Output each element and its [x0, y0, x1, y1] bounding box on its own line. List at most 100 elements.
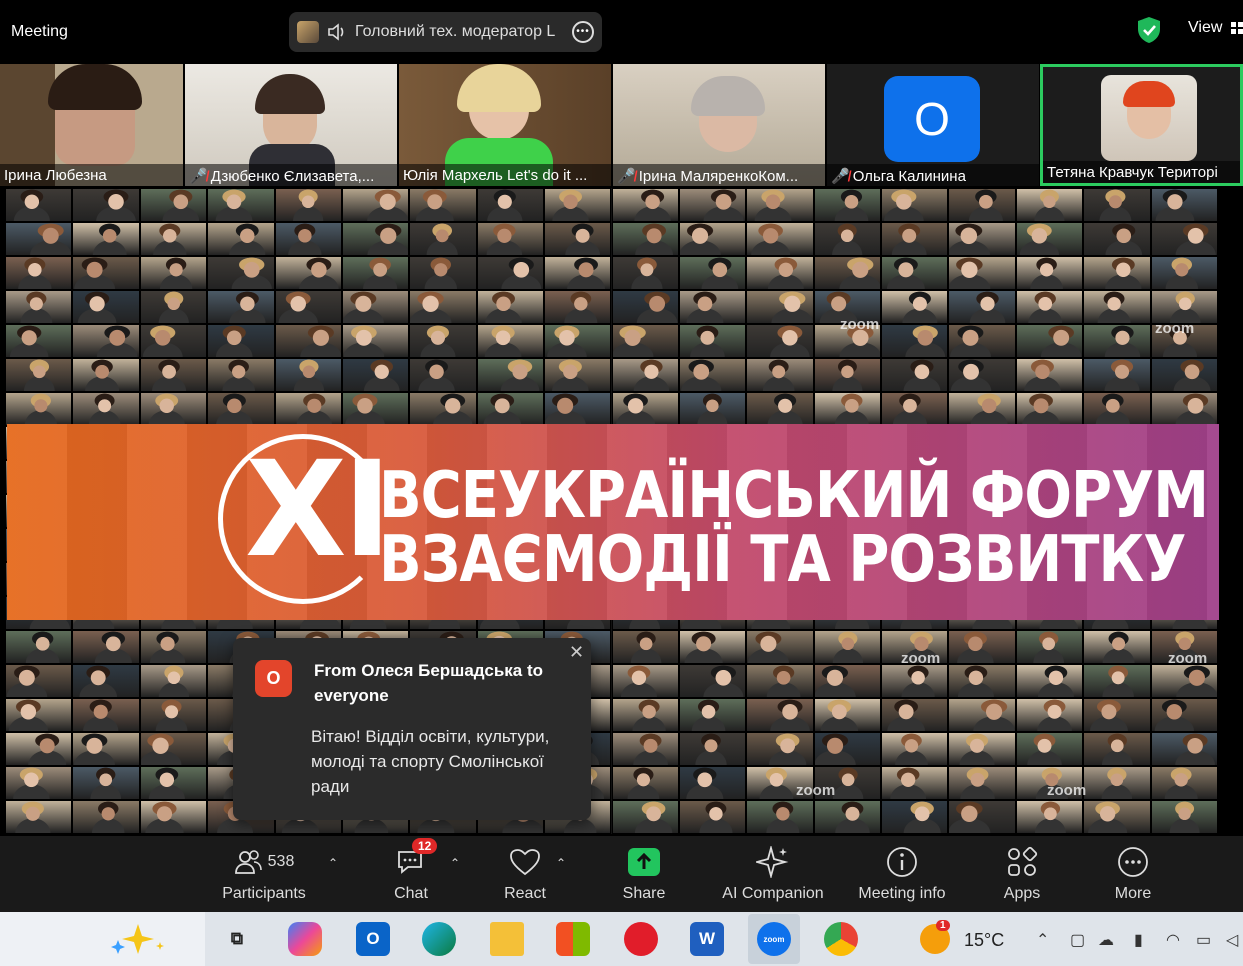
gallery-video-tile[interactable]: [5, 358, 73, 392]
gallery-video-tile[interactable]: [813, 392, 882, 426]
gallery-video-tile[interactable]: [611, 732, 679, 766]
chrome-browser-icon[interactable]: [824, 922, 858, 956]
gallery-video-tile[interactable]: [207, 392, 275, 426]
participant-tile[interactable]: Юлія Мархель Let's do it ...: [399, 64, 611, 186]
device-icon[interactable]: ▢: [1070, 930, 1085, 950]
chat-chevron-up-icon[interactable]: ⌃: [450, 856, 460, 870]
gallery-video-tile[interactable]: [1150, 698, 1218, 732]
gallery-video-tile[interactable]: [1015, 358, 1084, 392]
gallery-video-tile[interactable]: [476, 290, 545, 324]
participant-tile[interactable]: 🎤̸ Ірина МалярeнкоКом...: [613, 64, 825, 186]
gallery-video-tile[interactable]: [1015, 698, 1084, 732]
gallery-video-tile[interactable]: [1150, 392, 1218, 426]
gallery-video-tile[interactable]: [678, 732, 747, 766]
gallery-video-tile[interactable]: [611, 188, 679, 222]
speaker-more-button[interactable]: •••: [572, 21, 594, 43]
gallery-video-tile[interactable]: [611, 766, 679, 800]
gallery-video-tile[interactable]: [409, 358, 477, 392]
gallery-video-tile[interactable]: [207, 324, 275, 358]
gallery-video-tile[interactable]: [1150, 222, 1218, 256]
gallery-video-tile[interactable]: [5, 766, 73, 800]
task-view-icon[interactable]: ⧉: [220, 922, 254, 956]
gallery-video-tile[interactable]: [881, 664, 949, 698]
taskbar-widgets-area[interactable]: [0, 912, 205, 966]
gallery-video-tile[interactable]: [678, 630, 747, 664]
gallery-video-tile[interactable]: [139, 630, 208, 664]
gallery-video-tile[interactable]: [1083, 630, 1151, 664]
gallery-video-tile[interactable]: [207, 358, 275, 392]
gallery-video-tile[interactable]: [611, 290, 679, 324]
gallery-video-tile[interactable]: [948, 324, 1016, 358]
gallery-video-tile[interactable]: [1083, 766, 1151, 800]
gallery-video-tile[interactable]: [881, 800, 949, 834]
gallery-video-tile[interactable]: [5, 324, 73, 358]
gallery-video-tile[interactable]: [274, 358, 342, 392]
gallery-video-tile[interactable]: [139, 324, 208, 358]
gallery-video-tile[interactable]: [207, 222, 275, 256]
gallery-video-tile[interactable]: [341, 324, 410, 358]
gallery-video-tile[interactable]: [881, 290, 949, 324]
participant-tile[interactable]: 🎤̸ Дзюбенко Єлизавета,...: [185, 64, 397, 186]
gallery-video-tile[interactable]: [274, 188, 342, 222]
gallery-video-tile[interactable]: [746, 392, 814, 426]
gallery-video-tile[interactable]: [813, 664, 882, 698]
gallery-video-tile[interactable]: [1015, 324, 1084, 358]
ai-companion-button[interactable]: AI Companion: [719, 844, 827, 910]
gallery-video-tile[interactable]: [813, 222, 882, 256]
gallery-video-tile[interactable]: [544, 290, 612, 324]
file-explorer-icon[interactable]: [490, 922, 524, 956]
gallery-video-tile[interactable]: [948, 256, 1016, 290]
gallery-video-tile[interactable]: [813, 630, 882, 664]
gallery-video-tile[interactable]: [72, 290, 140, 324]
gallery-video-tile[interactable]: [139, 698, 208, 732]
chat-button[interactable]: 12 Chat: [388, 838, 438, 910]
gallery-video-tile[interactable]: [611, 256, 679, 290]
gallery-video-tile[interactable]: [409, 392, 477, 426]
gallery-video-tile[interactable]: [1150, 800, 1218, 834]
gallery-video-tile[interactable]: [476, 222, 545, 256]
gallery-video-tile[interactable]: [476, 256, 545, 290]
gallery-video-tile[interactable]: [1015, 392, 1084, 426]
gallery-video-tile[interactable]: [678, 358, 747, 392]
gallery-video-tile[interactable]: [139, 188, 208, 222]
gallery-video-tile[interactable]: [341, 188, 410, 222]
gallery-video-tile[interactable]: [948, 630, 1016, 664]
gallery-video-tile[interactable]: [746, 188, 814, 222]
wifi-icon[interactable]: ◠: [1166, 930, 1180, 950]
gallery-video-tile[interactable]: [409, 188, 477, 222]
gallery-video-tile[interactable]: [274, 392, 342, 426]
gallery-video-tile[interactable]: [611, 698, 679, 732]
participants-chevron-up-icon[interactable]: ⌃: [328, 856, 338, 870]
gallery-video-tile[interactable]: [678, 664, 747, 698]
gallery-video-tile[interactable]: [1015, 256, 1084, 290]
gallery-video-tile[interactable]: [476, 188, 545, 222]
gallery-video-tile[interactable]: [5, 800, 73, 834]
gallery-video-tile[interactable]: [678, 290, 747, 324]
gallery-video-tile[interactable]: [881, 392, 949, 426]
gallery-video-tile[interactable]: [341, 392, 410, 426]
gallery-video-tile[interactable]: [611, 222, 679, 256]
gallery-video-tile[interactable]: [1150, 664, 1218, 698]
gallery-video-tile[interactable]: [476, 392, 545, 426]
gallery-video-tile[interactable]: [881, 324, 949, 358]
gallery-video-tile[interactable]: [678, 324, 747, 358]
gallery-video-tile[interactable]: [948, 800, 1016, 834]
gallery-video-tile[interactable]: [948, 358, 1016, 392]
gallery-video-tile[interactable]: [1083, 392, 1151, 426]
weather-sun-icon[interactable]: 1: [920, 920, 950, 954]
gallery-video-tile[interactable]: [72, 188, 140, 222]
gallery-video-tile[interactable]: [139, 222, 208, 256]
gallery-video-tile[interactable]: [678, 766, 747, 800]
gallery-video-tile[interactable]: [678, 222, 747, 256]
more-button[interactable]: More: [1110, 844, 1156, 910]
gallery-video-tile[interactable]: [72, 324, 140, 358]
gallery-video-tile[interactable]: [611, 664, 679, 698]
gallery-video-tile[interactable]: [881, 188, 949, 222]
gallery-video-tile[interactable]: [139, 800, 208, 834]
active-speaker-indicator[interactable]: Головний тех. модератор L •••: [289, 12, 602, 52]
tray-chevron-up-icon[interactable]: ⌃: [1036, 930, 1049, 950]
gallery-video-tile[interactable]: [72, 630, 140, 664]
gallery-video-tile[interactable]: [409, 324, 477, 358]
gallery-video-tile[interactable]: [1083, 358, 1151, 392]
gallery-video-tile[interactable]: [274, 222, 342, 256]
